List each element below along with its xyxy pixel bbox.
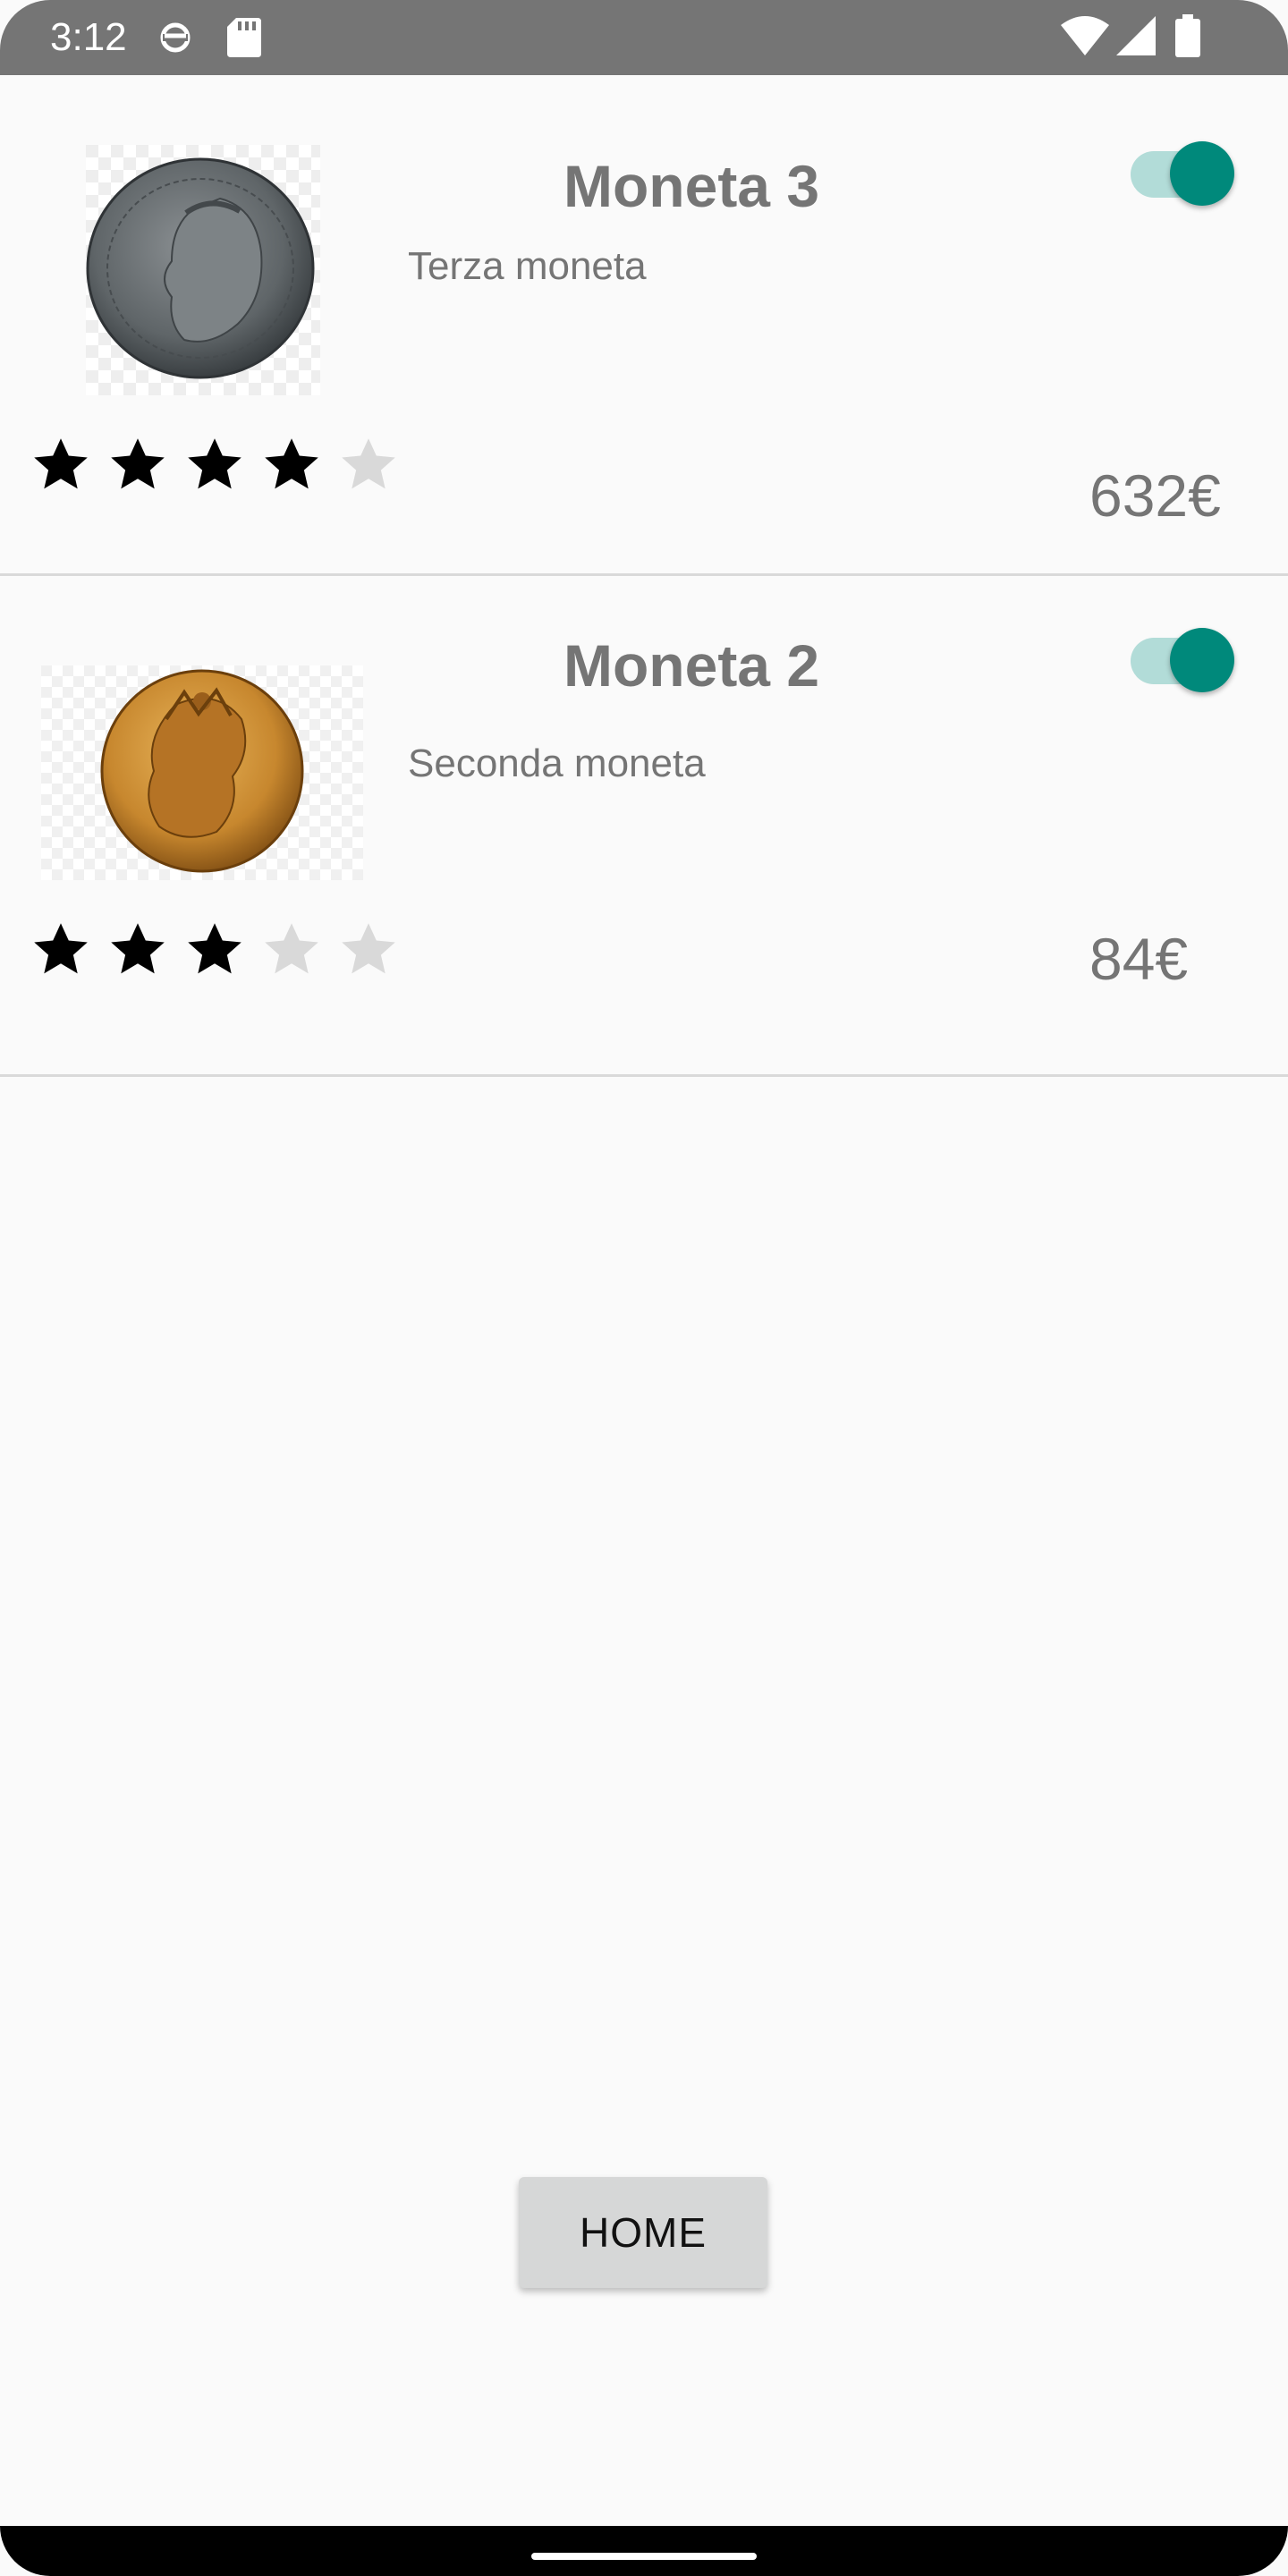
star-filled-icon[interactable] (30, 919, 91, 980)
status-bar: 3:12 (0, 0, 1288, 75)
star-filled-icon[interactable] (184, 435, 245, 496)
star-empty-icon[interactable] (261, 919, 322, 980)
coin-description: Seconda moneta (408, 741, 706, 785)
sync-icon (157, 18, 193, 62)
rating-bar[interactable] (30, 435, 399, 506)
coin-enabled-toggle[interactable] (1129, 131, 1236, 206)
battery-icon (1175, 14, 1200, 62)
cell-signal-icon (1116, 16, 1156, 60)
star-filled-icon[interactable] (107, 919, 168, 980)
wifi-icon (1061, 16, 1109, 60)
star-filled-icon[interactable] (184, 919, 245, 980)
coin-title: Moneta 3 (564, 153, 820, 219)
toggle-thumb (1170, 628, 1234, 692)
coin-title: Moneta 2 (564, 632, 820, 699)
rating-bar[interactable] (30, 919, 399, 991)
star-filled-icon[interactable] (30, 435, 91, 496)
list-item[interactable]: Moneta 3 Terza moneta 632€ (0, 75, 1288, 576)
status-time: 3:12 (50, 15, 127, 59)
list-item[interactable]: Moneta 2 Seconda moneta 84€ (0, 576, 1288, 1077)
coin-price: 632€ (1089, 462, 1221, 529)
home-gesture-handle[interactable] (531, 2553, 757, 2560)
gold-coin-image (41, 665, 363, 880)
toggle-thumb (1170, 141, 1234, 206)
sd-card-icon (227, 18, 261, 62)
silver-coin-image (86, 145, 320, 395)
star-filled-icon[interactable] (261, 435, 322, 496)
coin-description: Terza moneta (408, 244, 647, 288)
star-filled-icon[interactable] (107, 435, 168, 496)
coin-enabled-toggle[interactable] (1129, 617, 1236, 692)
home-button[interactable]: HOME (519, 2177, 767, 2288)
star-empty-icon[interactable] (338, 919, 399, 980)
navigation-bar (0, 2526, 1288, 2576)
star-empty-icon[interactable] (338, 435, 399, 496)
coin-price: 84€ (1089, 926, 1189, 992)
